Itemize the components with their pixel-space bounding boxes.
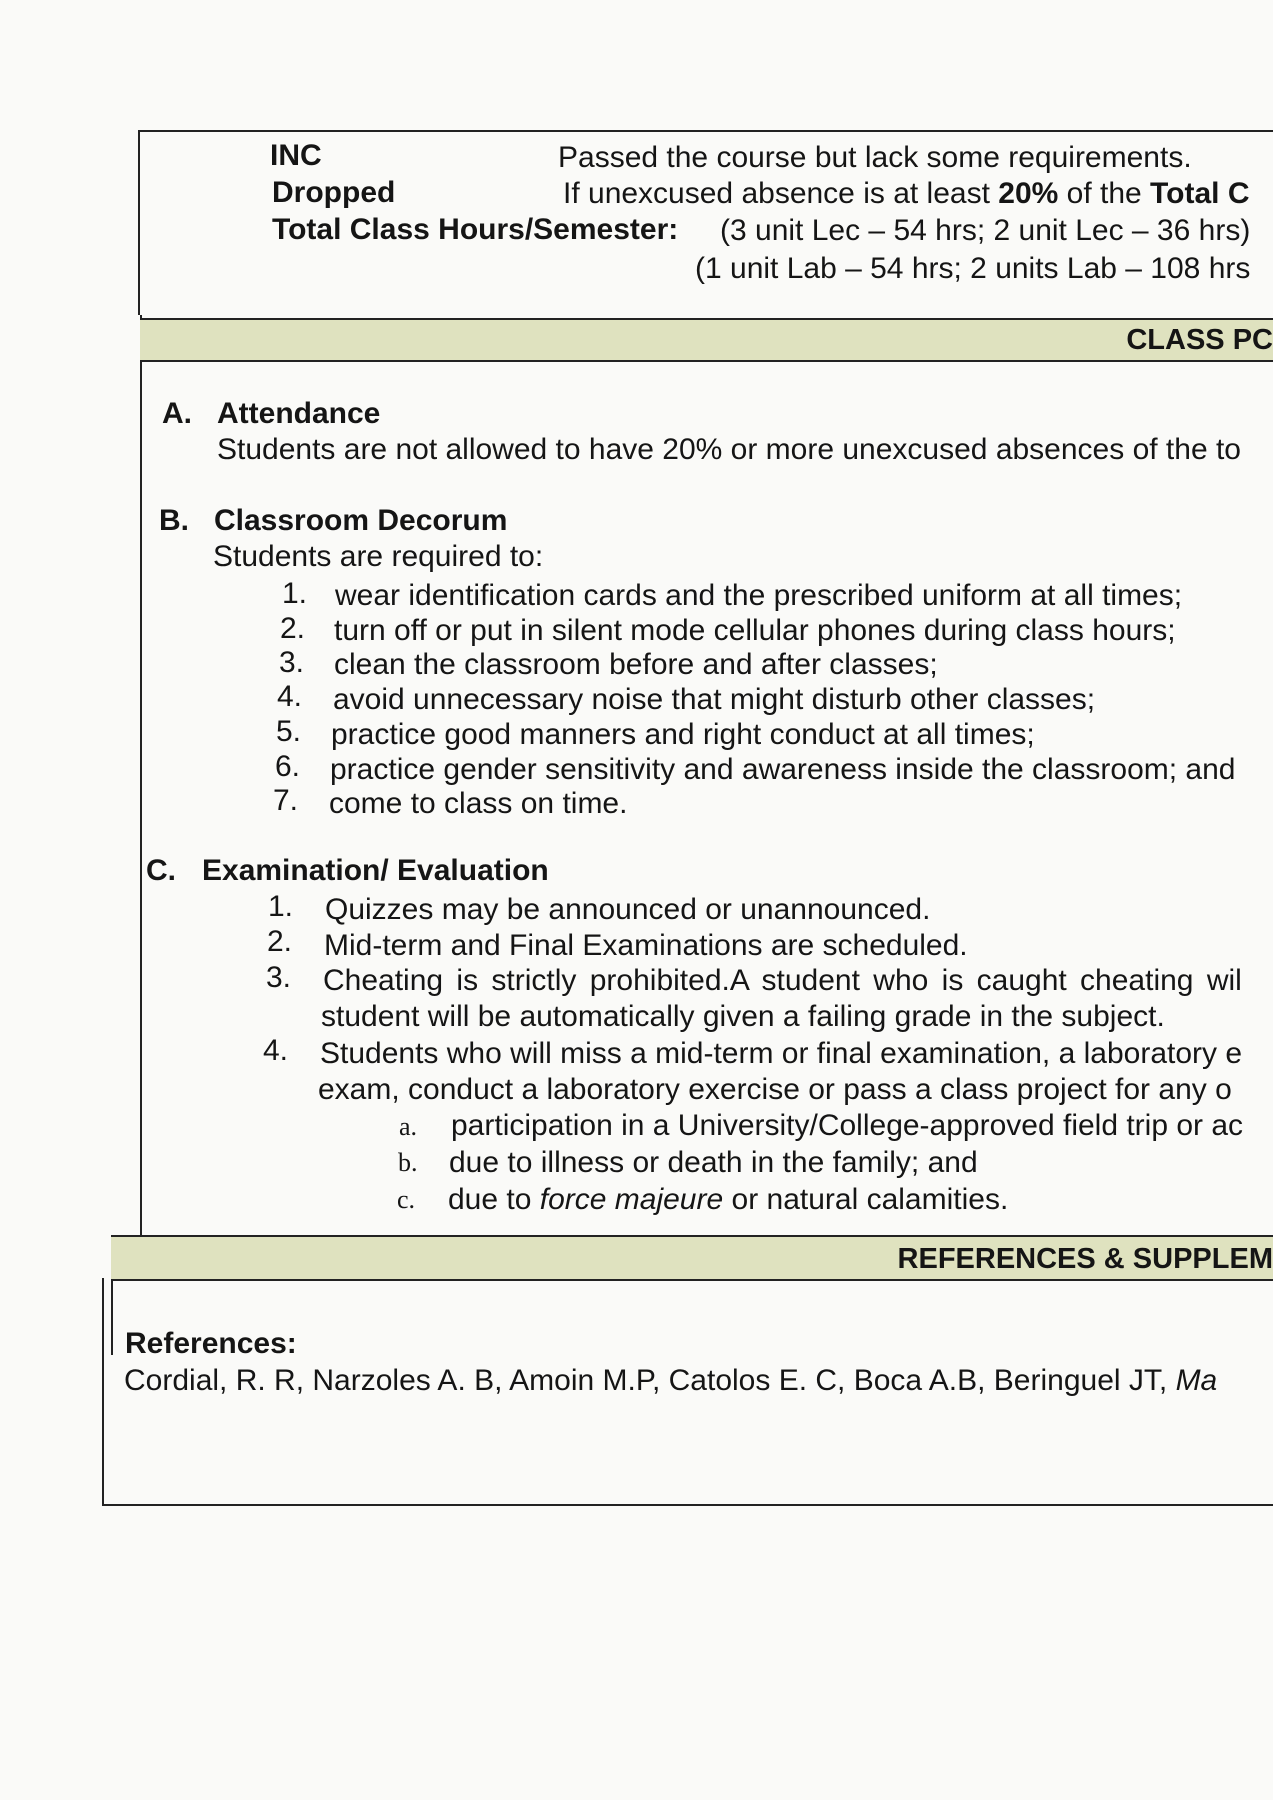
exam-item-4-num: 4.	[263, 1034, 289, 1067]
exam-item-2-num: 2.	[267, 925, 293, 958]
attendance-heading: Attendance	[217, 397, 381, 430]
dropped-desc-bold-total: Total C	[1150, 177, 1250, 210]
top-border	[138, 130, 1273, 132]
exam-item-4: Students who will miss a mid-term or fin…	[320, 1037, 1243, 1070]
decorum-item-3: clean the classroom before and after cla…	[334, 648, 938, 681]
references-citation: Cordial, R. R, Narzoles A. B, Amoin M.P,…	[124, 1364, 1217, 1398]
references-band: REFERENCES & SUPPLEM	[111, 1235, 1273, 1281]
decorum-item-2: turn off or put in silent mode cellular …	[334, 614, 1176, 647]
dropped-desc-mid: of the	[1058, 177, 1151, 210]
decorum-item-3-num: 3.	[279, 646, 305, 679]
references-title: REFERENCES & SUPPLEM	[897, 1243, 1273, 1275]
decorum-item-7-num: 7.	[273, 784, 299, 817]
exam-subitem-c-italic: force majeure	[539, 1183, 724, 1216]
dropped-description: If unexcused absence is at least 20% of …	[563, 177, 1249, 211]
exam-item-3-continued: student will be automatically given a fa…	[321, 1000, 1165, 1033]
decorum-item-5-num: 5.	[276, 715, 302, 748]
exam-subitem-c-pre: due to	[448, 1183, 540, 1216]
decorum-item-5: practice good manners and right conduct …	[331, 718, 1035, 751]
left-border-bottom	[102, 1278, 104, 1506]
hours-label: Total Class Hours/Semester:	[272, 213, 679, 246]
exam-subitem-b-letter: b.	[398, 1148, 418, 1177]
exam-subitem-c-letter: c.	[397, 1185, 416, 1214]
citation-italic: Ma	[1175, 1364, 1218, 1397]
inc-description: Passed the course but lack some requirem…	[558, 141, 1192, 174]
citation-text: Cordial, R. R, Narzoles A. B, Amoin M.P,…	[124, 1364, 1176, 1397]
decorum-letter: B.	[159, 504, 189, 537]
exam-subitem-a: participation in a University/College-ap…	[451, 1109, 1244, 1142]
hours-laboratory: (1 unit Lab – 54 hrs; 2 units Lab – 108 …	[695, 252, 1251, 285]
dropped-label: Dropped	[272, 176, 396, 209]
decorum-item-2-num: 2.	[280, 612, 306, 645]
dropped-desc-prefix: If unexcused absence is at least	[563, 177, 999, 210]
exam-item-2: Mid-term and Final Examinations are sche…	[324, 929, 968, 962]
class-policy-band: CLASS PC	[140, 318, 1273, 362]
exam-heading: Examination/ Evaluation	[202, 854, 549, 887]
dropped-desc-bold-percent: 20%	[998, 177, 1059, 210]
attendance-text: Students are not allowed to have 20% or …	[217, 433, 1241, 466]
decorum-item-6: practice gender sensitivity and awarenes…	[330, 753, 1236, 786]
bottom-border	[102, 1504, 1273, 1506]
decorum-heading: Classroom Decorum	[214, 504, 508, 537]
decorum-item-4-num: 4.	[277, 680, 303, 713]
references-heading: References:	[125, 1327, 297, 1360]
exam-item-4-continued: exam, conduct a laboratory exercise or p…	[318, 1073, 1232, 1106]
decorum-item-7: come to class on time.	[329, 787, 628, 820]
decorum-intro: Students are required to:	[213, 540, 544, 573]
decorum-item-6-num: 6.	[275, 750, 301, 783]
exam-subitem-a-letter: a.	[399, 1112, 418, 1141]
class-policy-title: CLASS PC	[1126, 324, 1273, 356]
decorum-item-1-num: 1.	[282, 577, 308, 610]
exam-subitem-b: due to illness or death in the family; a…	[449, 1146, 978, 1179]
exam-item-3-num: 3.	[266, 961, 292, 994]
hours-lecture: (3 unit Lec – 54 hrs; 2 unit Lec – 36 hr…	[720, 214, 1251, 247]
decorum-item-4: avoid unnecessary noise that might distu…	[333, 683, 1096, 716]
decorum-item-1: wear identification cards and the prescr…	[335, 579, 1183, 612]
exam-item-3: Cheating is strictly prohibited.A studen…	[323, 964, 1242, 997]
attendance-letter: A.	[162, 397, 192, 430]
inc-label: INC	[270, 139, 322, 172]
exam-item-1: Quizzes may be announced or unannounced.	[325, 893, 931, 926]
exam-subitem-c: due to force majeure or natural calamiti…	[448, 1183, 1008, 1217]
exam-letter: C.	[146, 854, 176, 887]
exam-item-1-num: 1.	[268, 890, 294, 923]
left-border-middle	[140, 315, 142, 1235]
exam-subitem-c-post: or natural calamities.	[723, 1183, 1009, 1216]
left-border-upper	[138, 130, 140, 315]
document-page: INC Passed the course but lack some requ…	[0, 0, 1273, 1800]
